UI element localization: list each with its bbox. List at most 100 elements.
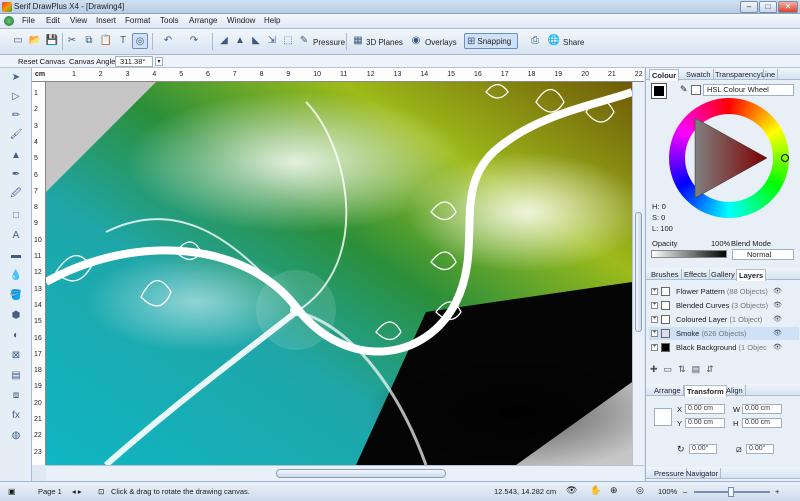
pencil-tool-icon[interactable]: ✏ <box>5 108 27 124</box>
tab-colour[interactable]: Colour <box>649 69 680 81</box>
view-icon[interactable]: 👁 <box>566 485 577 496</box>
tab-pressure[interactable]: Pressure <box>652 468 688 479</box>
menu-edit[interactable]: Edit <box>46 16 60 25</box>
hsl-colour-wheel[interactable] <box>669 98 789 218</box>
connector-tool-icon[interactable]: ▬ <box>5 248 27 264</box>
text-tool-icon[interactable]: A <box>5 228 27 244</box>
top-ruler[interactable]: cm 1 2 3 4 5 6 7 8 9 10 11 12 13 14 15 16 17 18 19 20 21 22 <box>32 68 644 82</box>
layer-down-icon[interactable]: ⇵ <box>706 364 720 374</box>
expand-icon[interactable]: + <box>651 330 658 337</box>
blend-mode-select[interactable]: Normal <box>732 249 794 260</box>
vertical-scrollbar[interactable] <box>632 82 644 465</box>
align-right-icon[interactable]: ◣ <box>248 33 264 49</box>
crop-tool-icon[interactable]: ⊠ <box>5 348 27 364</box>
reset-canvas-button[interactable]: Reset Canvas <box>18 57 65 66</box>
zoom-slider-thumb[interactable] <box>728 487 734 497</box>
visibility-icon[interactable]: 👁 <box>773 329 782 337</box>
left-ruler[interactable]: 1 2 3 4 5 6 7 8 9 10 11 12 13 14 15 16 17 18 19 20 21 22 23 <box>32 82 46 465</box>
tab-swatch[interactable]: Swatch <box>684 69 714 80</box>
anchor-selector[interactable] <box>654 408 672 426</box>
menu-insert[interactable]: Insert <box>96 16 116 25</box>
colour-mode-select[interactable]: HSL Colour Wheel <box>703 84 794 96</box>
pointer-tool-icon[interactable]: ➤ <box>5 70 27 86</box>
y-field[interactable]: 0.00 cm <box>685 418 725 428</box>
stamp-tool-icon[interactable]: ⬢ <box>5 308 27 324</box>
undo-icon[interactable]: ↶ <box>160 33 176 49</box>
fill-colour-swatch[interactable] <box>651 83 667 99</box>
tab-effects[interactable]: Effects <box>682 269 710 280</box>
expand-icon[interactable]: + <box>651 344 658 351</box>
zoom-in-icon[interactable]: + <box>775 487 779 496</box>
cut-icon[interactable]: ✂ <box>64 33 80 49</box>
expand-icon[interactable]: + <box>651 302 658 309</box>
maximize-button[interactable]: □ <box>759 1 777 13</box>
share-button[interactable]: Share <box>563 38 584 47</box>
horizontal-scroll-thumb[interactable] <box>276 469 446 478</box>
tab-layers[interactable]: Layers <box>736 269 767 281</box>
layer-row[interactable]: + Black Background (1 Objec 👁 <box>649 341 799 354</box>
rotate-view-icon[interactable]: ◎ <box>636 485 644 496</box>
vertical-scroll-thumb[interactable] <box>635 212 642 332</box>
rotation-field[interactable]: 0.00° <box>689 444 717 454</box>
snapping-button[interactable]: ⊞ Snapping <box>464 33 518 49</box>
menu-format[interactable]: Format <box>125 16 150 25</box>
menu-arrange[interactable]: Arrange <box>189 16 217 25</box>
h-field[interactable]: 0.00 cm <box>742 418 782 428</box>
pen-tool-icon[interactable]: ✒ <box>5 167 27 183</box>
align-left-icon[interactable]: ◢ <box>216 33 232 49</box>
paint-tool-icon[interactable]: 🖉 <box>5 186 27 202</box>
page-nav[interactable]: ◂ ▸ <box>72 487 82 496</box>
visibility-icon[interactable]: 👁 <box>773 287 782 295</box>
layer-up-icon[interactable]: ⇅ <box>678 364 692 374</box>
transparency-tool-icon[interactable]: ◐ <box>5 328 27 344</box>
no-colour-swatch[interactable] <box>691 85 701 95</box>
close-button[interactable]: ✕ <box>778 1 798 13</box>
copy-icon[interactable]: ⧉ <box>81 33 97 49</box>
layer-row[interactable]: + Coloured Layer (1 Object) 👁 <box>649 313 799 326</box>
horizontal-scrollbar[interactable] <box>46 465 644 481</box>
w-field[interactable]: 0.00 cm <box>742 404 782 414</box>
tab-transparency[interactable]: Transparency <box>713 69 764 80</box>
zoom-tool-icon[interactable]: ⊕ <box>610 485 618 496</box>
zoom-out-icon[interactable]: – <box>683 487 687 496</box>
canvas-angle-input[interactable]: 311.38° <box>115 56 153 67</box>
share-icon[interactable]: 🌐 <box>546 33 562 49</box>
pressure-icon[interactable]: ✎ <box>296 33 312 49</box>
menu-help[interactable]: Help <box>264 16 280 25</box>
opacity-slider[interactable] <box>651 250 727 258</box>
drawing-canvas[interactable] <box>46 82 632 465</box>
tab-gallery[interactable]: Gallery <box>709 269 738 280</box>
effects-tool-icon[interactable]: fx <box>5 408 27 424</box>
save-icon[interactable]: 💾 <box>44 33 60 49</box>
expand-icon[interactable]: + <box>651 316 658 323</box>
page-indicator[interactable]: Page 1 <box>38 487 62 496</box>
pressure-button[interactable]: Pressure <box>313 38 345 47</box>
menu-file[interactable]: File <box>22 16 35 25</box>
eyedropper-icon[interactable]: ✎ <box>680 84 688 95</box>
visibility-icon[interactable]: 👁 <box>773 315 782 323</box>
layer-row[interactable]: + Blended Curves (3 Objects) 👁 <box>649 299 799 312</box>
node-tool-icon[interactable]: ▷ <box>5 89 27 105</box>
document-icon[interactable] <box>4 16 14 26</box>
group-icon[interactable]: ⬚ <box>280 33 296 49</box>
zoom-value[interactable]: 100% <box>658 487 677 496</box>
hand-icon[interactable]: ✋ <box>590 485 601 496</box>
tab-transform[interactable]: Transform <box>684 385 727 397</box>
new-icon[interactable]: ▭ <box>10 33 26 49</box>
visibility-icon[interactable]: 👁 <box>773 301 782 309</box>
expand-icon[interactable]: + <box>651 288 658 295</box>
dropper-tool-icon[interactable]: 💧 <box>5 268 27 284</box>
print-icon[interactable]: ⎙ <box>527 33 543 49</box>
layer-row[interactable]: + Smoke (626 Objects) 👁 <box>649 327 799 340</box>
shadow-tool-icon[interactable]: ◍ <box>5 428 27 444</box>
add-layer-icon[interactable]: ✚ <box>650 364 664 374</box>
x-field[interactable]: 0.00 cm <box>685 404 725 414</box>
overlays-icon[interactable]: ◉ <box>408 33 424 49</box>
hue-marker[interactable] <box>781 154 789 162</box>
minimize-button[interactable]: – <box>740 1 758 13</box>
app-icon[interactable] <box>2 2 12 12</box>
menu-window[interactable]: Window <box>227 16 255 25</box>
shear-field[interactable]: 0.00° <box>746 444 774 454</box>
tab-arrange[interactable]: Arrange <box>652 385 684 396</box>
visibility-icon[interactable]: 👁 <box>773 343 782 351</box>
